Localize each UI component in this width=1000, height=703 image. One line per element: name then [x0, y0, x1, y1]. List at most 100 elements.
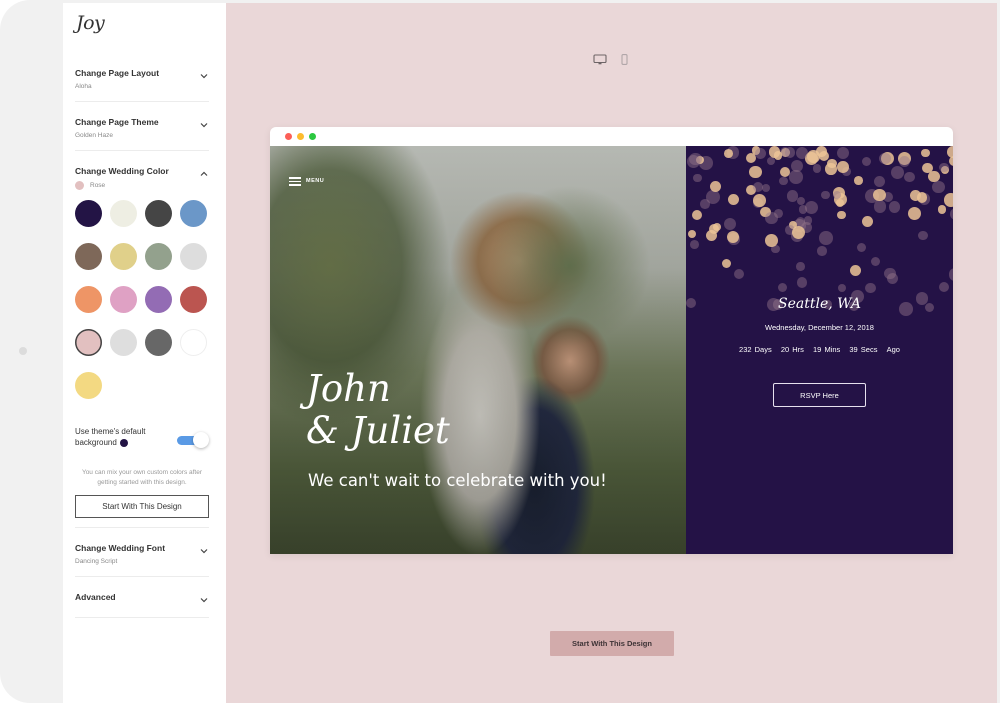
bokeh-dot [693, 174, 702, 183]
color-swatch-gold[interactable] [110, 243, 137, 270]
color-swatch-white[interactable] [180, 329, 207, 356]
section-page-theme[interactable]: Change Page Theme Golden Haze [75, 117, 209, 151]
event-location: Seattle, WA [778, 296, 861, 312]
bokeh-dot [807, 150, 820, 163]
start-with-design-button[interactable]: Start With This Design [75, 495, 209, 518]
color-swatch-ivory[interactable] [110, 200, 137, 227]
bokeh-dot [761, 183, 770, 192]
browser-title-bar [270, 127, 953, 146]
background-color-dot [119, 438, 128, 447]
bokeh-dot [764, 233, 778, 247]
color-swatch-midnight[interactable] [75, 200, 102, 227]
event-date: Wednesday, December 12, 2018 [765, 323, 874, 332]
bokeh-dot [837, 283, 847, 293]
bokeh-dot [689, 152, 702, 166]
menu-label: MENU [306, 178, 325, 185]
minimize-dot-icon [297, 133, 304, 140]
bokeh-dot [865, 283, 876, 294]
default-background-toggle[interactable] [177, 432, 209, 448]
countdown-suffix: Ago [886, 345, 900, 354]
color-swatch-brown[interactable] [75, 243, 102, 270]
bokeh-dot [861, 156, 871, 167]
design-sidebar: Joy Change Page Layout Aloha Change Page… [63, 3, 226, 703]
bokeh-dot [918, 230, 928, 241]
rsvp-button[interactable]: RSVP Here [773, 383, 866, 407]
bokeh-dot [812, 164, 822, 173]
maximize-dot-icon [309, 133, 316, 140]
bokeh-dot [722, 259, 732, 269]
bokeh-dot [873, 176, 886, 188]
bokeh-dot [856, 242, 867, 253]
color-swatch-yellow[interactable] [75, 372, 102, 399]
bokeh-dot [871, 256, 881, 267]
bokeh-dot [764, 211, 778, 225]
bokeh-dot [749, 165, 762, 179]
mobile-icon[interactable] [621, 54, 628, 65]
bokeh-dot [777, 282, 788, 292]
bokeh-dot [733, 268, 744, 279]
home-button [19, 347, 27, 355]
event-info-panel: Seattle, WA Wednesday, December 12, 2018… [686, 146, 953, 554]
countdown: 232 Days 20 Hrs 19 Mins 39 Secs Ago [686, 345, 953, 354]
color-swatch-silver[interactable] [180, 243, 207, 270]
color-swatch-purple[interactable] [145, 286, 172, 313]
bokeh-dot [937, 205, 947, 214]
countdown-mins: 19 Mins [813, 345, 841, 354]
bokeh-dot [921, 148, 930, 158]
color-swatch-pink[interactable] [110, 286, 137, 313]
section-advanced[interactable]: Advanced [75, 592, 209, 618]
divider [75, 527, 209, 528]
chevron-down-icon[interactable] [199, 68, 209, 79]
color-swatch-grey[interactable] [145, 329, 172, 356]
view-mode-toggle [593, 54, 628, 65]
countdown-days: 232 Days [739, 345, 772, 354]
bokeh-dot [688, 229, 697, 238]
color-swatch-charcoal[interactable] [145, 200, 172, 227]
bokeh-dot [727, 230, 740, 243]
close-dot-icon [285, 133, 292, 140]
color-swatch-light-grey[interactable] [110, 329, 137, 356]
bokeh-dot [689, 240, 699, 249]
desktop-icon[interactable] [593, 54, 607, 65]
bokeh-dot [724, 218, 737, 231]
chevron-down-icon[interactable] [199, 543, 209, 554]
countdown-secs: 39 Secs [849, 345, 878, 354]
bokeh-dot [817, 246, 827, 256]
tablet-frame: Joy Change Page Layout Aloha Change Page… [0, 0, 1000, 703]
color-swatch-rose[interactable] [75, 329, 102, 356]
start-with-design-cta[interactable]: Start With This Design [550, 631, 674, 656]
bokeh-dot [873, 188, 886, 202]
bokeh-dot [862, 216, 874, 228]
section-title: Advanced [75, 592, 116, 602]
bokeh-dot [888, 201, 901, 213]
section-page-layout[interactable]: Change Page Layout Aloha [75, 68, 209, 102]
bokeh-dot [890, 166, 904, 180]
bokeh-dot [944, 193, 953, 207]
bokeh-dot [786, 190, 798, 202]
color-swatch-blue[interactable] [180, 200, 207, 227]
bokeh-dot [773, 151, 783, 160]
chevron-down-icon[interactable] [199, 592, 209, 603]
section-wedding-font[interactable]: Change Wedding Font Dancing Script [75, 543, 209, 577]
site-menu[interactable]: MENU [289, 175, 324, 188]
color-swatch-orange[interactable] [75, 286, 102, 313]
bokeh-dot [727, 194, 739, 205]
bokeh-dot [907, 207, 921, 221]
bokeh-dot [886, 272, 898, 285]
bokeh-dot [791, 225, 805, 239]
bokeh-dot [710, 181, 722, 193]
chevron-up-icon[interactable] [199, 166, 209, 176]
bokeh-dot [850, 264, 862, 277]
bokeh-dot [804, 200, 818, 215]
chevron-down-icon[interactable] [199, 117, 209, 128]
section-title: Change Wedding Color [75, 166, 169, 176]
countdown-hours: 20 Hrs [780, 345, 804, 354]
bokeh-dot [779, 176, 788, 186]
color-swatch-grid [75, 200, 215, 399]
section-wedding-color[interactable]: Change Wedding Color Rose [75, 166, 209, 190]
color-swatch-red[interactable] [180, 286, 207, 313]
bokeh-dot [837, 161, 849, 173]
color-swatch-sage[interactable] [145, 243, 172, 270]
bokeh-dot [904, 171, 915, 183]
bokeh-dot [818, 150, 830, 162]
